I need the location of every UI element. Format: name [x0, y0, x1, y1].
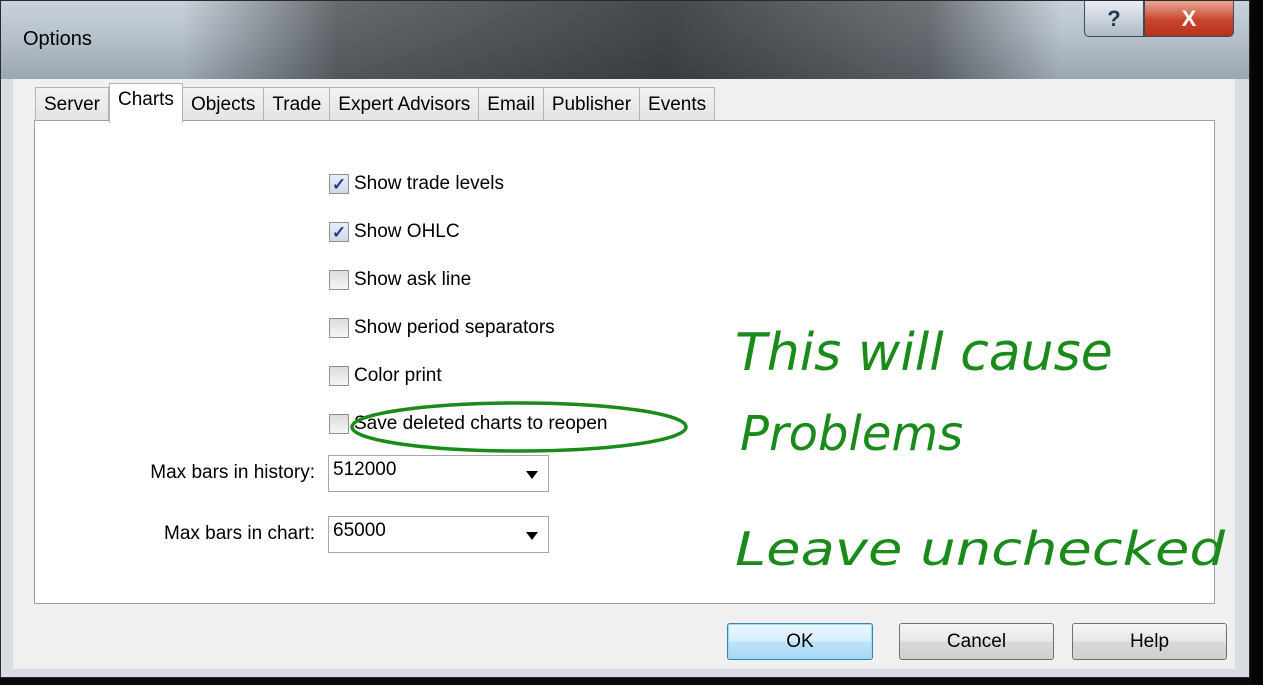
checkmark-icon: ✓ [331, 222, 347, 242]
tab-strip: Server Charts Objects Trade Expert Advis… [35, 82, 716, 123]
show-ask-line-label: Show ask line [354, 269, 472, 290]
help-button[interactable]: Help [1072, 623, 1227, 660]
save-deleted-charts-row[interactable]: Save deleted charts to reopen [329, 413, 608, 435]
chevron-down-icon [526, 471, 538, 479]
save-deleted-charts-checkbox[interactable] [329, 414, 349, 434]
color-print-row[interactable]: Color print [329, 365, 442, 387]
tab-server[interactable]: Server [35, 87, 109, 121]
show-ask-line-checkbox[interactable] [329, 270, 349, 290]
show-period-separators-row[interactable]: Show period separators [329, 317, 555, 339]
color-print-label: Color print [354, 365, 442, 386]
show-ohlc-label: Show OHLC [354, 221, 460, 242]
window-title: Options [23, 28, 92, 50]
show-period-separators-checkbox[interactable] [329, 318, 349, 338]
show-ohlc-row[interactable]: ✓ Show OHLC [329, 221, 460, 243]
charts-tab-panel: ✓ Show trade levels ✓ Show OHLC Show ask… [34, 120, 1215, 604]
tab-objects[interactable]: Objects [182, 87, 265, 121]
show-trade-levels-row[interactable]: ✓ Show trade levels [329, 173, 504, 195]
question-icon: ? [1107, 5, 1121, 31]
tab-trade[interactable]: Trade [264, 87, 331, 121]
chevron-down-icon [526, 532, 538, 540]
show-period-separators-label: Show period separators [354, 317, 555, 338]
title-bar: Options ? X [1, 1, 1249, 79]
options-dialog: Options ? X Server Charts Objects Trade … [0, 0, 1250, 678]
tab-expert-advisors[interactable]: Expert Advisors [330, 87, 480, 121]
show-ohlc-checkbox[interactable]: ✓ [329, 222, 349, 242]
max-bars-history-value: 512000 [333, 459, 397, 480]
checkmark-icon: ✓ [331, 174, 347, 194]
tab-email[interactable]: Email [479, 87, 544, 121]
max-bars-history-select[interactable]: 512000 [328, 455, 549, 492]
max-bars-history-label: Max bars in history: [150, 462, 315, 483]
desktop-background [1251, 0, 1263, 685]
show-trade-levels-label: Show trade levels [354, 173, 504, 194]
ok-button[interactable]: OK [727, 623, 873, 660]
close-icon: X [1181, 5, 1197, 31]
show-ask-line-row[interactable]: Show ask line [329, 269, 471, 291]
save-deleted-charts-label: Save deleted charts to reopen [354, 413, 608, 434]
color-print-checkbox[interactable] [329, 366, 349, 386]
max-bars-chart-select[interactable]: 65000 [328, 516, 549, 553]
show-trade-levels-checkbox[interactable]: ✓ [329, 174, 349, 194]
dialog-body: Server Charts Objects Trade Expert Advis… [13, 79, 1235, 669]
max-bars-chart-label: Max bars in chart: [164, 523, 315, 544]
max-bars-chart-value: 65000 [333, 520, 386, 541]
close-button[interactable]: X [1144, 1, 1234, 37]
tab-charts[interactable]: Charts [108, 83, 183, 123]
cancel-button[interactable]: Cancel [899, 623, 1054, 660]
tab-publisher[interactable]: Publisher [543, 87, 641, 121]
tab-events[interactable]: Events [640, 87, 716, 121]
help-titlebar-button[interactable]: ? [1084, 1, 1144, 37]
